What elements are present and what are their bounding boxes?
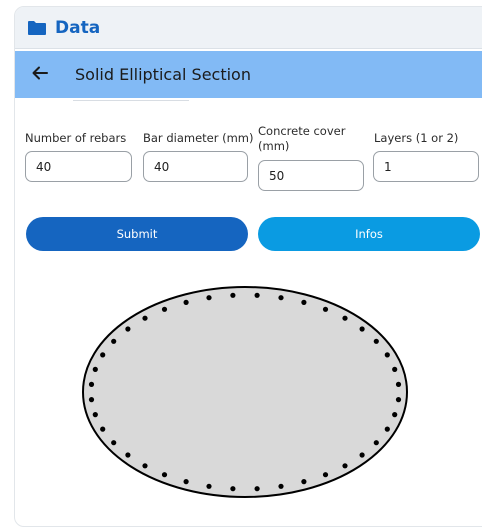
rebar-dot xyxy=(342,315,348,321)
rebar-dot xyxy=(278,295,284,301)
rebar-dot xyxy=(373,440,379,446)
rebars-label: Number of rebars xyxy=(25,131,127,145)
rebar-dot xyxy=(392,366,398,372)
data-header: Data xyxy=(15,7,482,49)
app-bar: Solid Elliptical Section xyxy=(15,51,482,98)
rebar-dot xyxy=(125,326,131,332)
rebar-dot xyxy=(88,397,95,403)
layers-input[interactable] xyxy=(373,151,479,182)
rebar-dot xyxy=(278,483,284,489)
infos-button[interactable]: Infos xyxy=(258,217,480,251)
divider xyxy=(73,100,189,101)
rebar-dot xyxy=(395,381,402,387)
rebar-dot xyxy=(88,381,95,387)
section-drawing xyxy=(82,286,408,498)
rebar-dot xyxy=(301,299,307,305)
app-window: Data Solid Elliptical Section Number of … xyxy=(14,6,482,527)
cover-label: Concrete cover (mm) xyxy=(258,124,346,153)
rebar-dot xyxy=(301,479,307,485)
rebar-dot xyxy=(100,426,106,432)
rebar-dot xyxy=(111,440,117,446)
rebar-dot xyxy=(395,397,402,403)
rebar-dot xyxy=(92,412,98,418)
rebar-dot xyxy=(183,479,189,485)
rebar-dot xyxy=(100,352,106,358)
ellipse-section xyxy=(82,286,408,498)
rebar-dot xyxy=(142,463,148,469)
diameter-label: Bar diameter (mm) xyxy=(143,131,254,145)
rebar-dot xyxy=(359,452,365,458)
arrow-left-icon xyxy=(32,65,48,84)
diameter-input[interactable] xyxy=(143,151,248,182)
layers-label: Layers (1 or 2) xyxy=(374,131,459,145)
folder-icon xyxy=(27,20,47,36)
rebar-dot xyxy=(359,326,365,332)
rebar-dot xyxy=(111,338,117,344)
cover-input[interactable] xyxy=(258,160,364,191)
back-button[interactable] xyxy=(25,60,55,90)
header-title: Data xyxy=(55,17,101,38)
rebar-dot xyxy=(322,472,329,478)
rebar-dot xyxy=(206,295,212,301)
rebar-dot xyxy=(230,486,236,492)
submit-button[interactable]: Submit xyxy=(26,217,248,251)
rebar-dot xyxy=(230,292,236,298)
rebar-dot xyxy=(384,426,390,432)
rebar-dot xyxy=(384,352,390,358)
rebar-dot xyxy=(254,486,260,492)
rebar-dot xyxy=(161,472,168,478)
rebar-dot xyxy=(92,366,98,372)
rebars-input[interactable] xyxy=(25,151,132,182)
page-title: Solid Elliptical Section xyxy=(75,65,251,84)
rebar-dot xyxy=(254,292,260,298)
rebar-dot xyxy=(342,463,348,469)
rebar-dot xyxy=(142,315,148,321)
rebar-dot xyxy=(161,306,168,312)
rebar-dot xyxy=(322,306,329,312)
rebar-dot xyxy=(392,412,398,418)
rebar-dot xyxy=(206,483,212,489)
rebar-dot xyxy=(373,338,379,344)
rebar-dot xyxy=(183,299,189,305)
rebar-dot xyxy=(125,452,131,458)
